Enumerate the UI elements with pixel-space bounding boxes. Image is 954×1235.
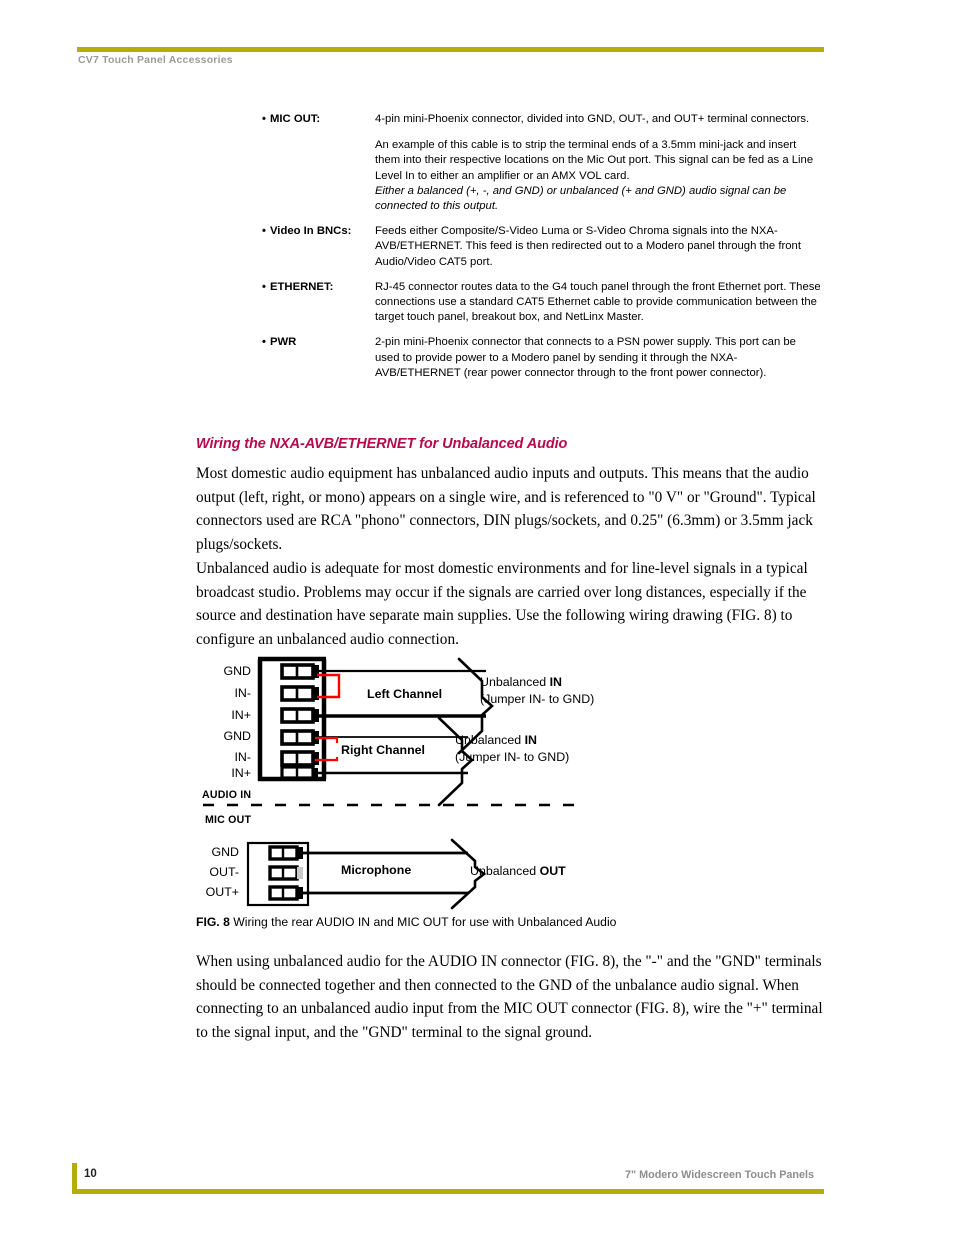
caption-microphone: Unbalanced OUT [470, 863, 566, 880]
caption-emphasis: IN [549, 675, 562, 689]
terminal-in-minus-2 [280, 750, 319, 767]
spec-paragraph-italic: Either a balanced (+, -, and GND) or unb… [375, 184, 787, 213]
spec-list: • MIC OUT: 4-pin mini-Phoenix connector, … [262, 112, 822, 391]
caption-left-channel: Unbalanced IN (Jumper IN- to GND) [480, 674, 594, 707]
spec-paragraph: An example of this cable is to strip the… [375, 138, 822, 214]
spec-definitions: 4-pin mini-Phoenix connector, divided in… [375, 112, 822, 214]
caption-emphasis: IN [524, 733, 537, 747]
pin-label-in-minus-2: IN- [234, 750, 251, 764]
spec-term-label: ETHERNET: [269, 280, 334, 293]
footer-rule [72, 1189, 824, 1194]
spec-paragraph: 4-pin mini-Phoenix connector, divided in… [375, 113, 810, 125]
spec-term: • MIC OUT: [262, 112, 375, 127]
group-label-audio-in: AUDIO IN [202, 789, 252, 801]
channel-label-left: Left Channel [361, 687, 449, 701]
spec-term: • Video In BNCs: [262, 224, 375, 239]
bullet-icon: • [262, 336, 266, 349]
terminal-in-minus-1 [280, 685, 319, 702]
spec-term: • ETHERNET: [262, 280, 375, 295]
spec-paragraph-text: An example of this cable is to strip the… [375, 139, 814, 182]
channel-label-microphone: Microphone [335, 863, 418, 877]
body-paragraph-1: Most domestic audio equipment has unbala… [196, 465, 816, 553]
audio-in-terminals [280, 663, 319, 780]
group-label-mic-out: MIC OUT [205, 814, 252, 826]
caption-line-1: Unbalanced IN [455, 732, 569, 749]
spec-row-pwr: • PWR 2-pin mini-Phoenix connector that c… [262, 335, 822, 381]
caption-line-1: Unbalanced IN [480, 674, 594, 691]
caption-right-channel: Unbalanced IN (Jumper IN- to GND) [455, 732, 569, 765]
header-title: CV7 Touch Panel Accessories [78, 54, 233, 66]
section-heading: Wiring the NXA-AVB/ETHERNET for Unbalanc… [196, 436, 568, 452]
spec-definitions: Feeds either Composite/S-Video Luma or S… [375, 224, 822, 270]
figure-caption: FIG. 8 Wiring the rear AUDIO IN and MIC … [196, 915, 616, 929]
bullet-icon: • [262, 280, 266, 293]
spec-definitions: RJ-45 connector routes data to the G4 to… [375, 280, 822, 326]
spec-term-label: Video In BNCs: [269, 225, 352, 238]
spec-row-video-in-bncs: • Video In BNCs: Feeds either Composite/S… [262, 224, 822, 270]
body-paragraph-3: When using unbalanced audio for the AUDI… [196, 953, 823, 1041]
terminal-in-plus-1 [280, 707, 319, 724]
terminal-gnd-2 [280, 729, 319, 746]
caption-prefix: Unbalanced [480, 675, 550, 689]
caption-line-2: (Jumper IN- to GND) [455, 749, 570, 764]
pin-label-gnd-mic: GND [211, 845, 239, 859]
caption-prefix: Unbalanced [470, 864, 540, 878]
figure-number: FIG. 8 [196, 915, 230, 929]
caption-line-2: (Jumper IN- to GND) [480, 691, 595, 706]
footer-page-number: 10 [84, 1168, 97, 1180]
caption-emphasis: OUT [539, 864, 566, 878]
spec-row-ethernet: • ETHERNET: RJ-45 connector routes data t… [262, 280, 822, 326]
pin-label-gnd-1: GND [223, 664, 251, 678]
body-paragraph-2: Unbalanced audio is adequate for most do… [196, 560, 808, 648]
caption-line-1: Unbalanced OUT [470, 863, 566, 880]
pin-label-in-plus-2: IN+ [231, 766, 251, 780]
pin-label-gnd-2: GND [223, 729, 251, 743]
pin-label-in-plus-1: IN+ [231, 708, 251, 722]
figure-caption-text: Wiring the rear AUDIO IN and MIC OUT for… [233, 915, 617, 929]
bullet-icon: • [262, 225, 266, 238]
pin-label-out-minus-mic: OUT- [209, 865, 239, 879]
left-channel-jumper [317, 673, 341, 699]
terminal-in-plus-2 [280, 765, 318, 780]
spec-term-label: MIC OUT: [269, 113, 321, 125]
pin-label-out-plus-mic: OUT+ [205, 885, 239, 899]
spec-definitions: 2-pin mini-Phoenix connector that connec… [375, 335, 822, 381]
mic-out-terminals [268, 845, 303, 901]
spec-paragraph: RJ-45 connector routes data to the G4 to… [375, 280, 821, 324]
spec-term-label: PWR [269, 336, 297, 349]
spec-row-mic-out: • MIC OUT: 4-pin mini-Phoenix connector, … [262, 112, 822, 214]
terminal-out-plus-mic [268, 885, 303, 901]
terminal-gnd-mic [268, 845, 303, 861]
pin-label-in-minus-1: IN- [234, 686, 251, 700]
footer-document-title: 7" Modero Widescreen Touch Panels [624, 1169, 814, 1181]
spec-paragraph: 2-pin mini-Phoenix connector that connec… [375, 336, 796, 379]
bullet-icon: • [262, 113, 266, 125]
caption-prefix: Unbalanced [455, 733, 525, 747]
terminal-out-minus-mic [268, 865, 303, 881]
spec-paragraph: Feeds either Composite/S-Video Luma or S… [375, 225, 801, 268]
spec-term: • PWR [262, 335, 375, 350]
channel-label-right: Right Channel [335, 743, 431, 757]
header-rule [77, 47, 824, 52]
terminal-gnd-1 [280, 663, 319, 680]
wiring-diagram-figure: GND IN- IN+ GND IN- IN+ Left Channel Rig… [196, 655, 836, 940]
